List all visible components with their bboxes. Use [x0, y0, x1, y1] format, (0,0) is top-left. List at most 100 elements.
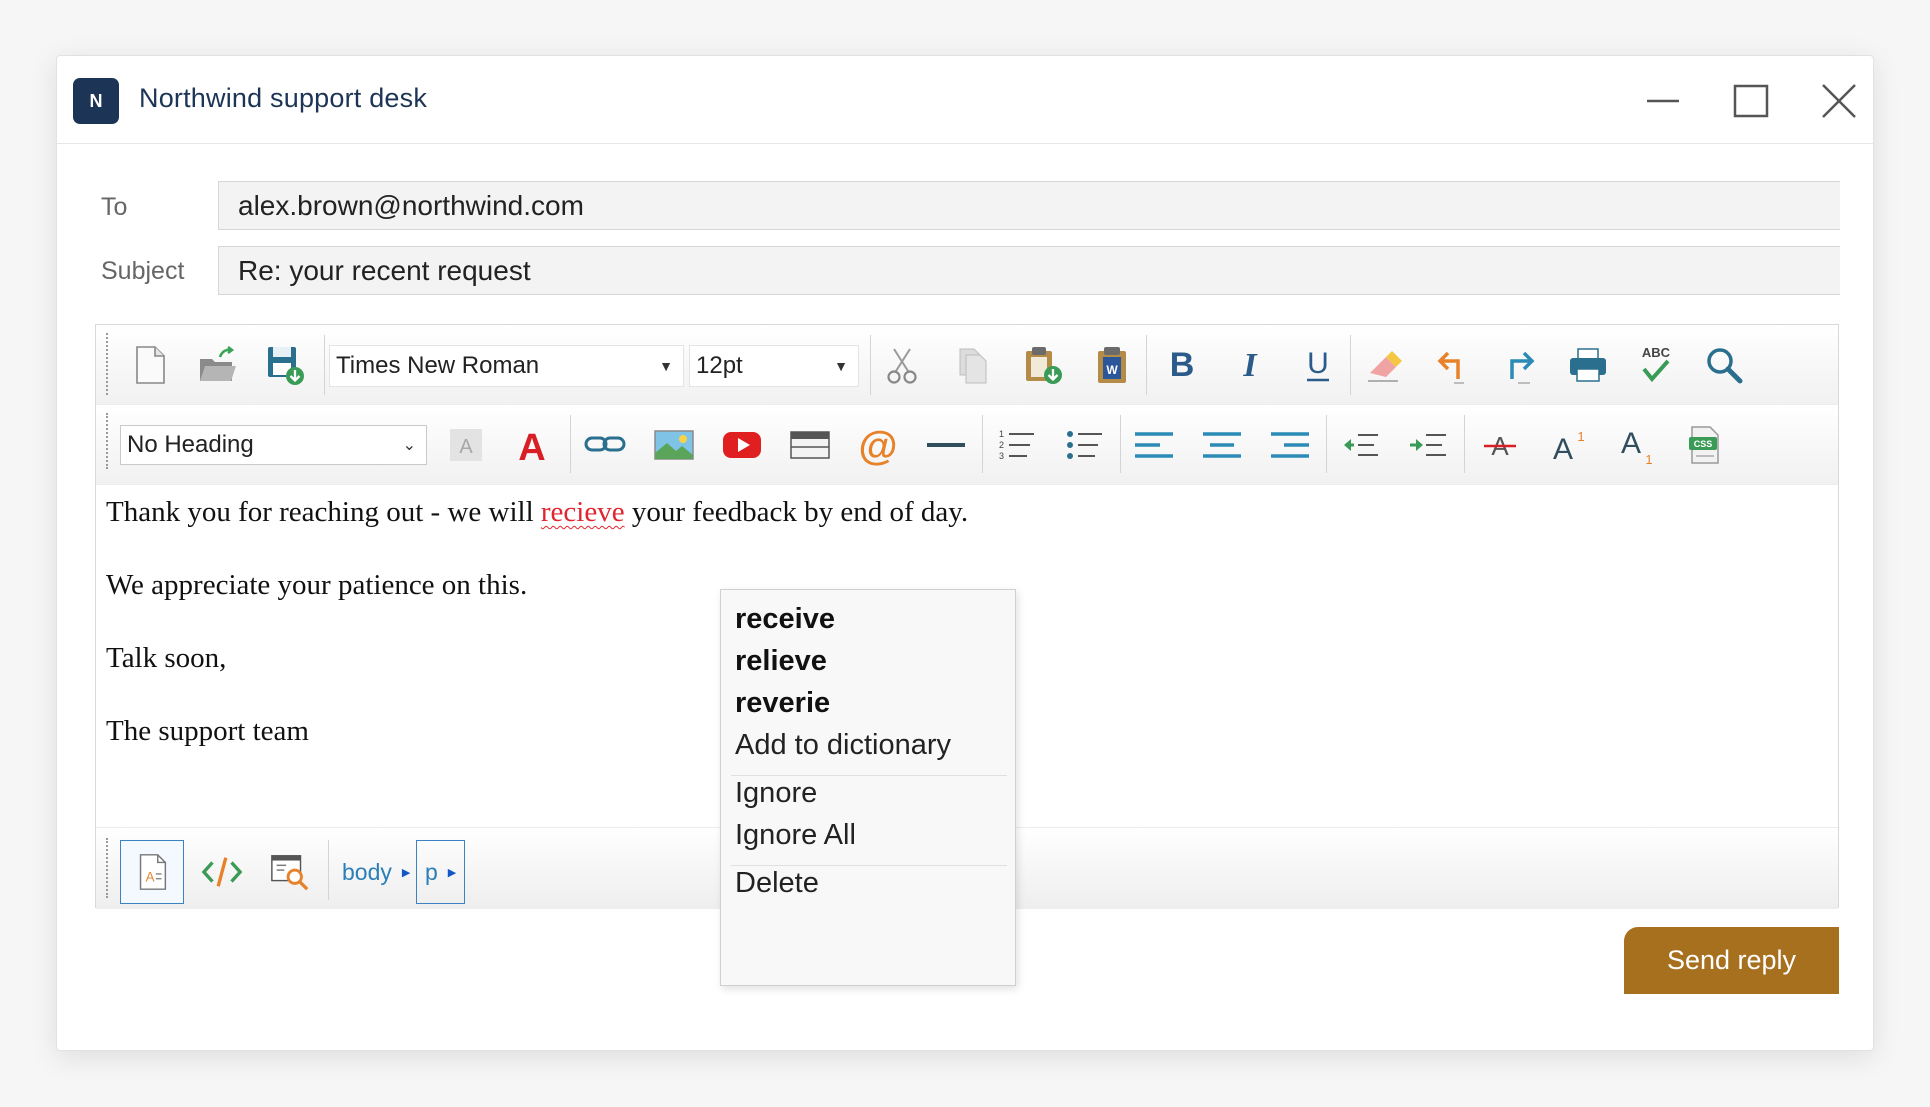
paste-icon[interactable] — [1018, 341, 1066, 389]
maximize-button[interactable] — [1722, 76, 1778, 126]
text-run: Thank you for reaching out - we will — [106, 496, 541, 528]
align-left-icon[interactable] — [1130, 421, 1178, 469]
undo-icon[interactable] — [1428, 341, 1476, 389]
to-field[interactable] — [218, 181, 1840, 230]
numbered-list-icon[interactable]: 123 — [992, 421, 1040, 469]
link-icon[interactable] — [581, 421, 629, 469]
preview-icon — [271, 855, 309, 891]
svg-text:1: 1 — [999, 429, 1004, 439]
save-icon[interactable] — [260, 341, 308, 389]
text-run: your feedback by end of day. — [624, 496, 969, 528]
svg-text:A: A — [459, 436, 473, 458]
align-center-icon[interactable] — [1198, 421, 1246, 469]
toolbar-separator — [1120, 415, 1121, 473]
toolbar-separator — [1146, 335, 1147, 395]
chevron-down-icon: ⌄ — [402, 437, 416, 454]
image-icon[interactable] — [650, 421, 698, 469]
email-link-icon[interactable]: @ — [854, 421, 902, 469]
eraser-icon[interactable] — [1360, 341, 1408, 389]
outdent-icon[interactable] — [1336, 421, 1384, 469]
title-bar: N Northwind support desk — [57, 56, 1873, 144]
font-color-icon[interactable]: A — [508, 421, 556, 469]
chevron-down-icon: ▼ — [834, 358, 848, 374]
youtube-icon[interactable] — [718, 421, 766, 469]
redo-icon[interactable] — [1496, 341, 1544, 389]
toolbar-grip[interactable] — [106, 838, 108, 898]
table-icon[interactable] — [786, 421, 834, 469]
html-view-button[interactable] — [190, 840, 254, 904]
superscript-icon[interactable]: A1 — [1544, 421, 1592, 469]
svg-text:A: A — [146, 870, 155, 885]
spelling-context-menu: receive relieve reverie Add to dictionar… — [720, 589, 1016, 986]
toolbar-row-2: No Heading ⌄ A A @ 1 2 3 A A 1 A 1 CSS — [96, 405, 1838, 485]
breadcrumb-label: body — [342, 858, 392, 885]
preview-button[interactable] — [258, 840, 322, 904]
menu-separator — [731, 865, 1007, 866]
subject-field[interactable] — [218, 246, 1840, 295]
svg-text:1: 1 — [1577, 429, 1584, 444]
toolbar-separator — [570, 415, 571, 473]
send-reply-button[interactable]: Send reply — [1624, 927, 1839, 994]
toolbar-grip[interactable] — [106, 413, 108, 469]
delete-item[interactable]: Delete — [735, 867, 819, 900]
new-document-icon[interactable] — [126, 341, 174, 389]
toolbar-separator — [1326, 415, 1327, 473]
toolbar-grip[interactable] — [106, 333, 108, 395]
close-button[interactable] — [1810, 76, 1866, 126]
css-icon[interactable]: CSS — [1680, 421, 1728, 469]
ignore-all-item[interactable]: Ignore All — [735, 819, 856, 852]
svg-text:U: U — [1307, 347, 1329, 380]
subscript-icon[interactable]: A1 — [1612, 421, 1660, 469]
toolbar-separator — [982, 415, 983, 473]
svg-text:W: W — [1106, 363, 1118, 377]
paste-from-word-icon[interactable]: W — [1088, 341, 1136, 389]
toolbar-separator — [328, 840, 329, 900]
horizontal-rule-icon[interactable] — [922, 421, 970, 469]
font-size-select[interactable]: 12pt ▼ — [689, 345, 859, 387]
find-icon[interactable] — [1700, 341, 1748, 389]
spell-check-icon[interactable]: ABC — [1632, 341, 1680, 389]
align-right-icon[interactable] — [1266, 421, 1314, 469]
background-color-icon[interactable]: A — [442, 421, 490, 469]
print-icon[interactable] — [1564, 341, 1612, 389]
svg-text:I: I — [1242, 347, 1258, 384]
heading-select[interactable]: No Heading ⌄ — [120, 425, 427, 465]
bulleted-list-icon[interactable] — [1060, 421, 1108, 469]
cut-icon[interactable] — [878, 341, 926, 389]
ignore-item[interactable]: Ignore — [735, 777, 817, 810]
breadcrumb-p[interactable]: p ▶ — [416, 840, 466, 904]
svg-text:ABC: ABC — [1642, 345, 1671, 360]
svg-text:@: @ — [858, 424, 897, 467]
breadcrumb-body[interactable]: body ▶ — [334, 840, 418, 904]
suggestion-item[interactable]: relieve — [735, 645, 827, 678]
font-family-select[interactable]: Times New Roman ▼ — [329, 345, 684, 387]
menu-separator — [731, 775, 1007, 776]
open-folder-icon[interactable] — [193, 341, 241, 389]
strikethrough-icon[interactable]: A — [1476, 421, 1524, 469]
italic-icon[interactable]: I — [1226, 341, 1274, 389]
caret-right-icon: ▶ — [401, 866, 411, 879]
misspelled-word[interactable]: recieve — [541, 496, 625, 528]
minimize-button[interactable] — [1635, 76, 1691, 126]
chevron-down-icon: ▼ — [659, 358, 673, 374]
underline-icon[interactable]: U — [1294, 341, 1342, 389]
add-to-dictionary-item[interactable]: Add to dictionary — [735, 729, 951, 762]
app-logo: N — [73, 78, 119, 124]
caret-right-icon: ▶ — [447, 866, 457, 879]
window-title: Northwind support desk — [139, 83, 428, 113]
code-icon — [201, 857, 243, 887]
app-window: N Northwind support desk To Subject — [56, 55, 1874, 1051]
suggestion-item[interactable]: receive — [735, 603, 835, 636]
heading-value: No Heading — [127, 431, 254, 458]
indent-icon[interactable] — [1404, 421, 1452, 469]
svg-text:B: B — [1170, 346, 1195, 384]
bold-icon[interactable]: B — [1158, 341, 1206, 389]
design-view-button[interactable]: A — [120, 840, 184, 904]
svg-text:A: A — [518, 427, 545, 467]
document-icon: A — [139, 854, 167, 890]
font-family-value: Times New Roman — [336, 352, 540, 379]
breadcrumb-label: p — [425, 858, 438, 885]
suggestion-item[interactable]: reverie — [735, 687, 830, 720]
toolbar-separator — [1350, 335, 1351, 395]
copy-icon[interactable] — [948, 341, 996, 389]
